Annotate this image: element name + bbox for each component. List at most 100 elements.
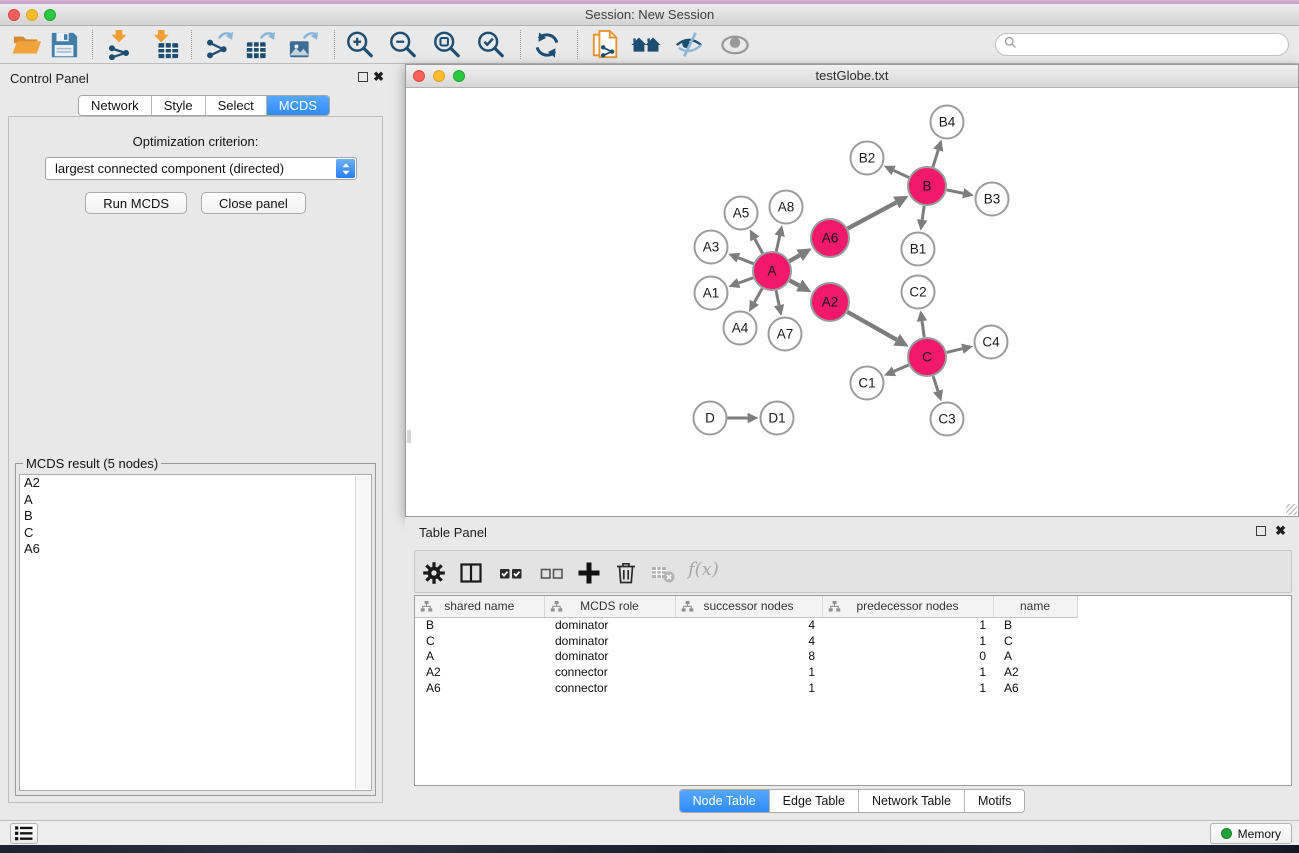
column-header-mcds-role[interactable]: MCDS role	[544, 596, 675, 617]
float-panel-icon[interactable]	[358, 72, 368, 82]
tab-network-table[interactable]: Network Table	[859, 790, 965, 812]
cell-successor-nodes[interactable]: 4	[675, 633, 822, 649]
home-view-icon[interactable]	[629, 28, 665, 62]
frame-resize-grip[interactable]	[1286, 504, 1297, 515]
graph-node-B[interactable]: B	[908, 167, 946, 205]
cell-shared-name[interactable]: A6	[415, 680, 544, 696]
close-panel-icon[interactable]: ✖	[373, 72, 384, 82]
graph-node-A6[interactable]: A6	[811, 219, 849, 257]
tab-style[interactable]: Style	[152, 96, 206, 115]
close-table-panel-icon[interactable]: ✖	[1275, 526, 1286, 536]
mcds-result-item[interactable]: C	[20, 525, 371, 542]
frame-maximize-button[interactable]	[453, 70, 465, 82]
tab-node-table[interactable]: Node Table	[680, 790, 770, 812]
cell-predecessor-nodes[interactable]: 0	[822, 649, 993, 665]
graph-node-A3[interactable]: A3	[695, 231, 728, 264]
zoom-in-icon[interactable]	[343, 28, 379, 62]
minimize-button[interactable]	[26, 9, 38, 21]
graph-node-C1[interactable]: C1	[851, 367, 884, 400]
tab-motifs[interactable]: Motifs	[965, 790, 1024, 812]
frame-close-button[interactable]	[413, 70, 425, 82]
graph-node-A8[interactable]: A8	[770, 191, 803, 224]
graph-node-A2[interactable]: A2	[811, 283, 849, 321]
table-settings-icon[interactable]	[419, 558, 451, 588]
cell-successor-nodes[interactable]: 1	[675, 664, 822, 680]
cell-shared-name[interactable]: B	[415, 617, 544, 633]
table-row[interactable]: Adominator80A	[415, 649, 1291, 665]
cell-name[interactable]: B	[993, 617, 1077, 633]
import-network-icon[interactable]	[102, 28, 138, 62]
graph-node-C2[interactable]: C2	[902, 276, 935, 309]
tab-network[interactable]: Network	[79, 96, 152, 115]
cell-name[interactable]: A6	[993, 680, 1077, 696]
cell-predecessor-nodes[interactable]: 1	[822, 617, 993, 633]
graph-node-D1[interactable]: D1	[761, 402, 794, 435]
cell-predecessor-nodes[interactable]: 1	[822, 664, 993, 680]
unselect-all-icon[interactable]	[537, 558, 569, 588]
table-row[interactable]: A2connector11A2	[415, 664, 1291, 680]
cell-shared-name[interactable]: A	[415, 649, 544, 665]
cell-predecessor-nodes[interactable]: 1	[822, 633, 993, 649]
network-canvas[interactable]: B4B2BB3A8A5A6A3B1AC2A1A2A4A7C4CC1DD1C3	[406, 89, 1298, 516]
table-row[interactable]: Bdominator41B	[415, 617, 1291, 633]
frame-resize-handle[interactable]	[407, 430, 411, 443]
cell-successor-nodes[interactable]: 1	[675, 680, 822, 696]
cell-mcds-role[interactable]: connector	[544, 680, 675, 696]
column-header-shared-name[interactable]: shared name	[415, 596, 544, 617]
search-input[interactable]	[1022, 38, 1280, 52]
graph-node-C4[interactable]: C4	[975, 326, 1008, 359]
graph-node-A[interactable]: A	[753, 252, 791, 290]
export-image-icon[interactable]	[286, 28, 322, 62]
mcds-result-item[interactable]: A6	[20, 541, 371, 558]
export-network-icon[interactable]	[201, 28, 237, 62]
delete-table-icon[interactable]	[648, 558, 680, 588]
cell-name[interactable]: A	[993, 649, 1077, 665]
tab-select[interactable]: Select	[206, 96, 267, 115]
refresh-icon[interactable]	[530, 28, 566, 62]
optimization-criterion-select[interactable]: largest connected component (directed)	[45, 157, 357, 180]
open-session-icon[interactable]	[10, 28, 46, 62]
maximize-button[interactable]	[44, 9, 56, 21]
cell-shared-name[interactable]: A2	[415, 664, 544, 680]
export-table-icon[interactable]	[243, 28, 279, 62]
clone-network-icon[interactable]	[589, 28, 625, 62]
delete-column-icon[interactable]	[611, 558, 643, 588]
zoom-selected-icon[interactable]	[474, 28, 510, 62]
hide-panels-icon[interactable]	[672, 28, 708, 62]
cell-successor-nodes[interactable]: 4	[675, 617, 822, 633]
graph-node-B4[interactable]: B4	[931, 106, 964, 139]
import-table-icon[interactable]	[148, 28, 184, 62]
panel-menu-button[interactable]	[10, 823, 38, 844]
tab-mcds[interactable]: MCDS	[267, 96, 329, 115]
graph-node-D[interactable]: D	[694, 402, 727, 435]
cell-name[interactable]: C	[993, 633, 1077, 649]
cell-mcds-role[interactable]: connector	[544, 664, 675, 680]
graph-node-B2[interactable]: B2	[851, 142, 884, 175]
search-box[interactable]	[995, 33, 1289, 56]
graph-node-C[interactable]: C	[908, 338, 946, 376]
column-header-predecessor-nodes[interactable]: predecessor nodes	[822, 596, 993, 617]
table-row[interactable]: A6connector11A6	[415, 680, 1291, 696]
cell-name[interactable]: A2	[993, 664, 1077, 680]
graph-node-A7[interactable]: A7	[769, 318, 802, 351]
cell-mcds-role[interactable]: dominator	[544, 617, 675, 633]
network-window-titlebar[interactable]: testGlobe.txt	[406, 65, 1298, 88]
cell-mcds-role[interactable]: dominator	[544, 633, 675, 649]
save-session-icon[interactable]	[47, 28, 83, 62]
close-button[interactable]	[8, 9, 20, 21]
tab-edge-table[interactable]: Edge Table	[770, 790, 859, 812]
table-row[interactable]: Cdominator41C	[415, 633, 1291, 649]
mcds-result-item[interactable]: A2	[20, 475, 371, 492]
graph-node-C3[interactable]: C3	[931, 403, 964, 436]
cell-mcds-role[interactable]: dominator	[544, 649, 675, 665]
graph-node-B1[interactable]: B1	[902, 233, 935, 266]
frame-minimize-button[interactable]	[433, 70, 445, 82]
graph-node-B3[interactable]: B3	[976, 183, 1009, 216]
cell-predecessor-nodes[interactable]: 1	[822, 680, 993, 696]
create-column-icon[interactable]	[574, 558, 606, 588]
scrollbar-track[interactable]	[355, 476, 370, 789]
close-panel-button[interactable]: Close panel	[201, 192, 306, 214]
column-header-name[interactable]: name	[993, 596, 1077, 617]
mcds-result-list[interactable]: A2ABCA6	[19, 474, 372, 791]
cell-successor-nodes[interactable]: 8	[675, 649, 822, 665]
